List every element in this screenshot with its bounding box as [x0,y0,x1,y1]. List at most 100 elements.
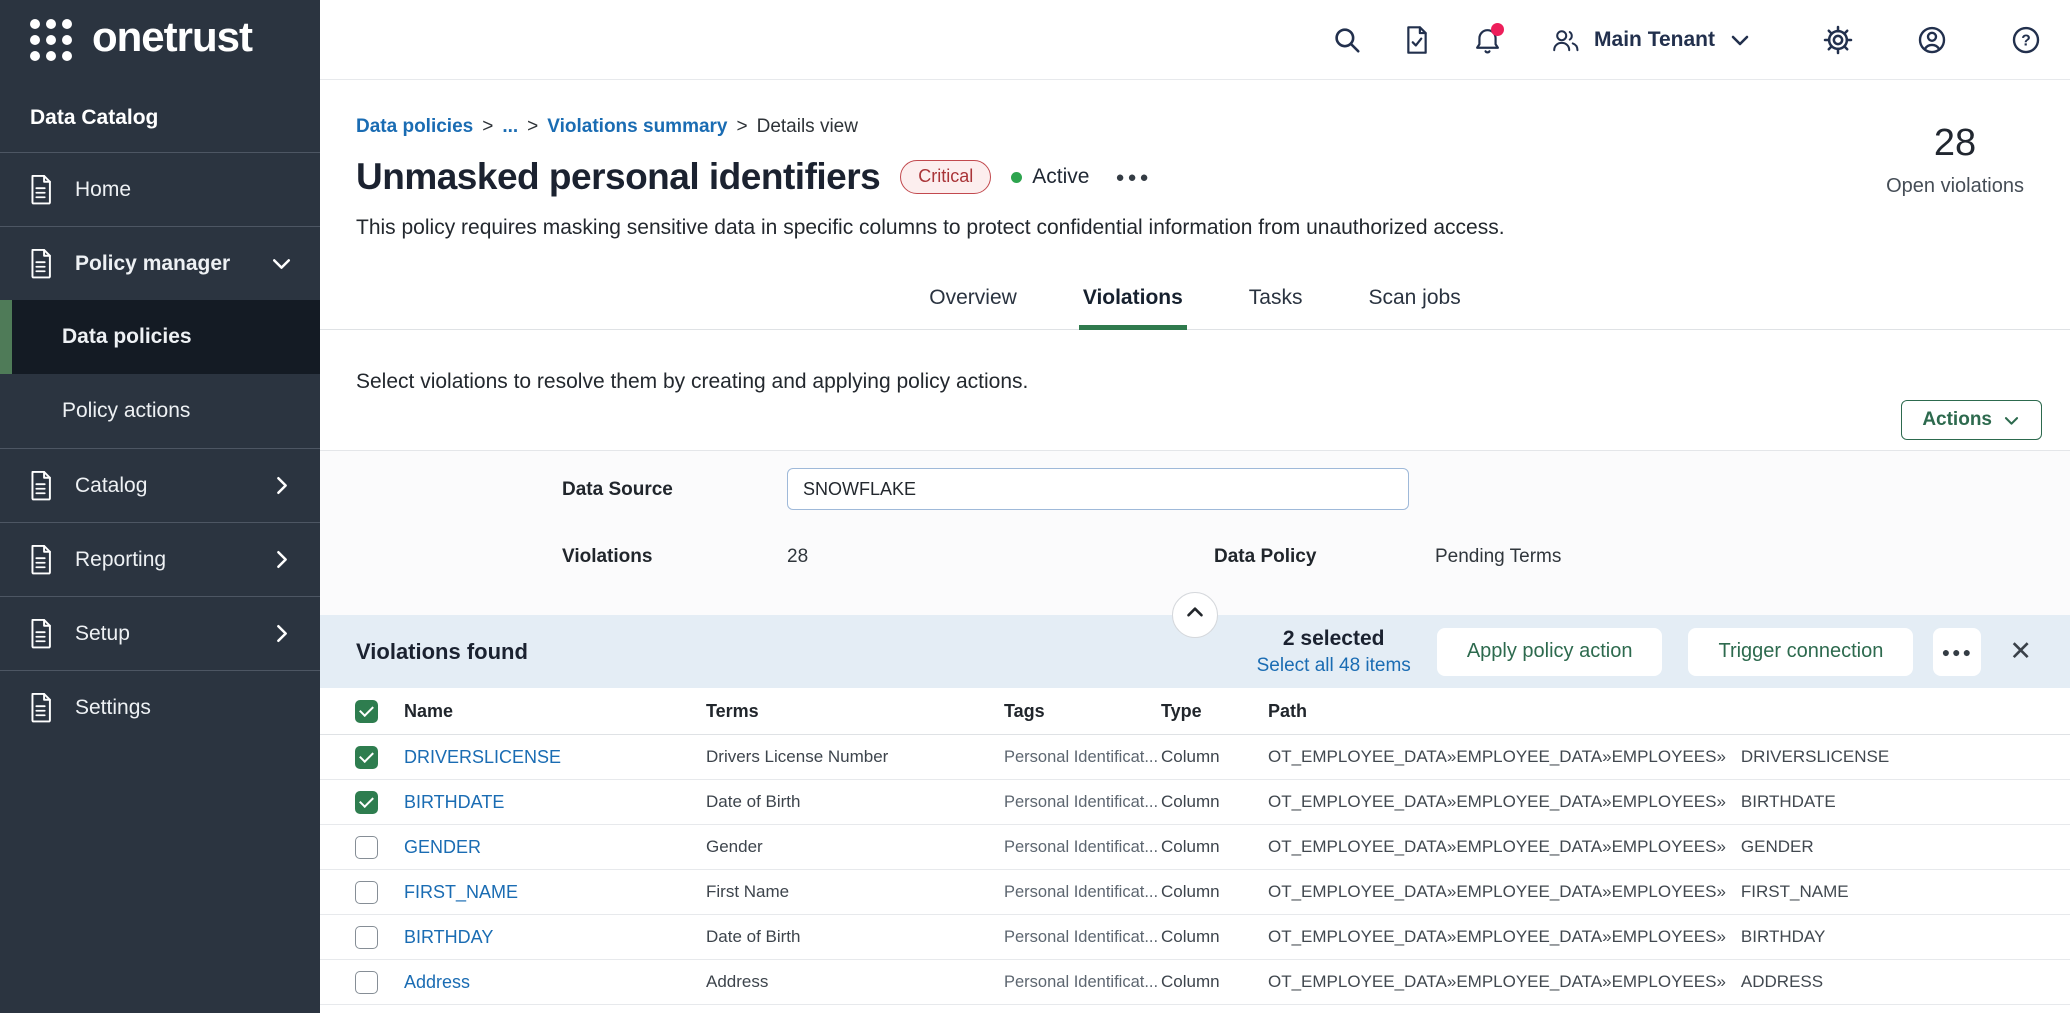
actions-button-label: Actions [1922,409,1992,431]
violation-name-link[interactable]: FIRST_NAME [404,882,706,903]
violation-name-link[interactable]: BIRTHDATE [404,792,706,813]
breadcrumb-item-data-policies[interactable]: Data policies [356,116,473,138]
table-row: AddressAddressPersonal Identificat...Col… [320,960,2070,1005]
violation-path: OT_EMPLOYEE_DATA»EMPLOYEE_DATA»EMPLOYEES… [1268,927,2070,947]
violation-term: Date of Birth [706,927,1004,947]
collapse-section-button[interactable] [1172,592,1218,638]
document-icon [28,470,55,501]
violation-type: Column [1161,792,1268,812]
sidebar-item-data-policies[interactable]: Data policies [0,300,320,374]
sidebar-item-label: Policy actions [62,399,190,423]
notification-dot [1491,23,1504,36]
table-row: GENDERGenderPersonal Identificat...Colum… [320,825,2070,870]
sidebar-item-reporting[interactable]: Reporting [0,522,320,596]
active-dot-icon [1011,172,1022,183]
tab-overview[interactable]: Overview [925,272,1021,330]
content: Data policies>...>Violations summary>Det… [320,80,2070,1013]
sidebar-item-label: Reporting [75,548,166,572]
data-source-input[interactable] [787,468,1409,510]
column-header-terms: Terms [706,701,1004,722]
violations-value: 28 [787,546,808,568]
row-checkbox[interactable] [355,746,378,769]
tab-bar: Overview Violations Tasks Scan jobs [320,272,2070,330]
sidebar-item-label: Catalog [75,474,147,498]
violation-type: Column [1161,837,1268,857]
sidebar-item-policy-actions[interactable]: Policy actions [0,374,320,448]
sidebar-item-label: Data policies [62,325,192,349]
row-checkbox[interactable] [355,971,378,994]
severity-badge: Critical [900,160,991,194]
onetrust-dots-icon [30,19,72,61]
trigger-connection-button[interactable]: Trigger connection [1688,628,1913,676]
chevron-right-icon [269,473,294,498]
panel-more-options-icon[interactable]: ●●● [1933,628,1981,676]
tenant-label: Main Tenant [1594,28,1715,52]
table-row: FIRST_NAMEFirst NamePersonal Identificat… [320,870,2070,915]
app-window: onetrust Data Catalog HomePolicy manager… [0,0,2070,1013]
row-checkbox[interactable] [355,926,378,949]
tab-scan-jobs[interactable]: Scan jobs [1364,272,1464,330]
column-header-path: Path [1268,701,2070,722]
column-header-type: Type [1161,701,1268,722]
sidebar-item-label: Settings [75,696,151,720]
violation-tags: Personal Identificat... [1004,973,1161,992]
onetrust-logo[interactable]: onetrust [0,0,320,80]
violation-type: Column [1161,882,1268,902]
scan-results-icon[interactable] [1393,16,1441,64]
violations-found-title: Violations found [356,639,528,665]
violation-name-link[interactable]: Address [404,972,706,993]
chevron-up-icon [1182,600,1208,626]
help-icon[interactable]: ? [2002,16,2050,64]
violation-path: OT_EMPLOYEE_DATA»EMPLOYEE_DATA»EMPLOYEES… [1268,747,2070,767]
document-icon [28,544,55,575]
svg-text:?: ? [2021,32,2031,49]
select-all-link[interactable]: Select all 48 items [1257,655,1411,677]
sidebar-item-settings[interactable]: Settings [0,670,320,744]
sidebar-item-label: Policy manager [75,252,230,276]
violations-label: Violations [562,546,652,568]
status-label: Active [1032,165,1089,189]
violation-path: OT_EMPLOYEE_DATA»EMPLOYEE_DATA»EMPLOYEES… [1268,837,2070,857]
select-all-checkbox[interactable] [355,700,378,723]
row-checkbox[interactable] [355,836,378,859]
column-header-name: Name [404,701,706,722]
row-checkbox[interactable] [355,881,378,904]
sidebar-item-setup[interactable]: Setup [0,596,320,670]
search-icon[interactable] [1323,16,1371,64]
tab-violations[interactable]: Violations [1079,272,1187,330]
violation-tags: Personal Identificat... [1004,883,1161,902]
policy-description: This policy requires masking sensitive d… [356,216,2034,240]
sidebar-item-home[interactable]: Home [0,152,320,226]
open-violations-label: Open violations [1886,175,2024,198]
tab-tasks[interactable]: Tasks [1245,272,1307,330]
row-checkbox[interactable] [355,791,378,814]
violation-type: Column [1161,972,1268,992]
actions-button[interactable]: Actions [1901,400,2042,440]
sidebar-item-policy-manager[interactable]: Policy manager [0,226,320,300]
violation-name-link[interactable]: GENDER [404,837,706,858]
breadcrumb-item-violations-summary[interactable]: Violations summary [547,116,727,138]
tenant-selector[interactable]: Main Tenant [1551,27,1752,53]
sidebar: onetrust Data Catalog HomePolicy manager… [0,0,320,1013]
breadcrumb-separator: > [527,116,538,138]
open-violations-widget: 28 Open violations [1886,122,2024,198]
page-title: Unmasked personal identifiers [356,156,880,198]
settings-gear-icon[interactable] [1814,16,1862,64]
more-options-icon[interactable]: ●●● [1109,165,1157,190]
violation-name-link[interactable]: BIRTHDAY [404,927,706,948]
chevron-right-icon [269,621,294,646]
sidebar-item-catalog[interactable]: Catalog [0,448,320,522]
notifications-bell-icon[interactable] [1463,16,1511,64]
close-icon[interactable]: ✕ [2001,632,2040,671]
violation-tags: Personal Identificat... [1004,838,1161,857]
sidebar-nav: Home Policy manager Data policies Policy ac… [0,152,320,744]
breadcrumb-item-[interactable]: ... [502,116,518,138]
instruction-text: Select violations to resolve them by cre… [356,370,2034,394]
apply-policy-action-button[interactable]: Apply policy action [1437,628,1663,676]
account-icon[interactable] [1908,16,1956,64]
violation-tags: Personal Identificat... [1004,793,1161,812]
chevron-down-icon [269,251,294,276]
table-header: Name Terms Tags Type Path [320,688,2070,735]
violation-name-link[interactable]: DRIVERSLICENSE [404,747,706,768]
breadcrumb-item-details-view: Details view [757,116,858,138]
